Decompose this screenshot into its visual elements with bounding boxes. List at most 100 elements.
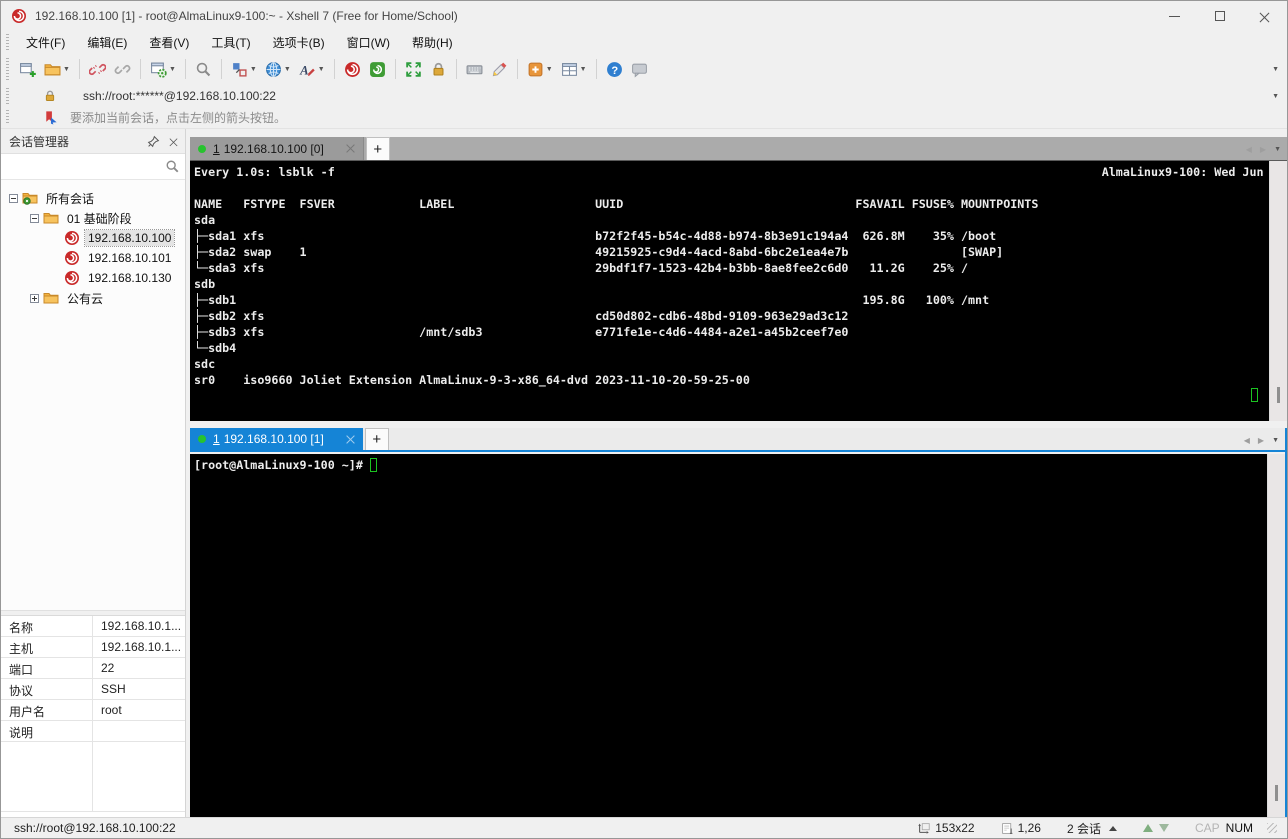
toolbar-overflow-icon[interactable]: ▼ [1272, 66, 1279, 73]
tree-item-label: 所有会话 [46, 191, 95, 206]
menu-item-3[interactable]: 工具(T) [200, 32, 261, 53]
scrollbar-top[interactable] [1269, 161, 1287, 421]
reconnect-button[interactable] [111, 58, 134, 81]
web-browser-button[interactable]: ▼ [262, 58, 294, 81]
tab-bar-bottom: 1 192.168.10.100 [1] + ◀ ▶ ▼ [190, 428, 1285, 452]
new-session-icon [19, 61, 36, 78]
menu-item-4[interactable]: 选项卡(B) [262, 32, 336, 53]
toolbar-grip[interactable] [6, 88, 9, 104]
address-url[interactable]: ssh://root:******@192.168.10.100:22 [83, 89, 276, 103]
scrollbar-thumb[interactable] [1275, 785, 1278, 801]
tab-scroll-right-icon[interactable]: ▶ [1258, 436, 1264, 445]
pin-icon [147, 135, 160, 148]
minimize-button[interactable] [1152, 1, 1197, 31]
disconnect-button[interactable] [86, 58, 109, 81]
collapse-icon[interactable] [9, 193, 18, 203]
toolbar-grip[interactable] [6, 57, 9, 81]
menu-item-0[interactable]: 文件(F) [15, 32, 76, 53]
xshell-button[interactable] [341, 58, 364, 81]
help-button[interactable] [603, 58, 626, 81]
ssl-lock-icon [43, 89, 57, 103]
fullscreen-button[interactable] [402, 58, 425, 81]
session-manager-title: 会话管理器 [9, 134, 70, 149]
xftp-icon [369, 61, 386, 78]
scrollbar-bottom[interactable] [1267, 454, 1285, 817]
find-button[interactable] [192, 58, 215, 81]
tab-label: 192.168.10.100 [1] [223, 432, 324, 446]
dropdown-caret-icon[interactable]: ▼ [284, 66, 291, 73]
property-label: 主机 [1, 637, 93, 657]
tree-item-所有会话[interactable]: 所有会话 [1, 188, 185, 208]
dropdown-caret-icon[interactable]: ▼ [318, 66, 325, 73]
search-icon[interactable] [165, 159, 180, 174]
tree-item-192.168.10.100[interactable]: 192.168.10.100 [1, 228, 185, 248]
scrollbar-thumb[interactable] [1277, 387, 1280, 403]
add-session-flag-icon[interactable] [43, 110, 58, 125]
tile-layout-button[interactable]: ▼ [558, 58, 590, 81]
address-dropdown-icon[interactable]: ▼ [1272, 93, 1279, 100]
address-bar: ssh://root:******@192.168.10.100:22 ▼ [1, 85, 1287, 107]
xftp-button[interactable] [366, 58, 389, 81]
maximize-button[interactable] [1197, 1, 1242, 31]
open-folder-button[interactable]: ▼ [41, 58, 73, 81]
property-row-2: 端口 22 [1, 658, 185, 679]
font-button[interactable]: ▼ [296, 58, 328, 81]
connected-dot-icon [198, 144, 206, 153]
tab-list-dropdown-icon[interactable]: ▼ [1272, 437, 1279, 444]
menu-item-2[interactable]: 查看(V) [138, 32, 200, 53]
tab-close-icon[interactable] [346, 435, 355, 444]
tab-bar-top: 1 192.168.10.100 [0] + ◀ ▶ ▼ [190, 137, 1287, 161]
terminal-screen-bottom[interactable]: [root@AlmaLinux9-100 ~]# [190, 454, 1267, 817]
tab-session-0[interactable]: 1 192.168.10.100 [0] [190, 137, 364, 160]
tree-item-192.168.10.130[interactable]: 192.168.10.130 [1, 268, 185, 288]
lock-screen-button[interactable] [427, 58, 450, 81]
info-bar: 要添加当前会话，点击左侧的箭头按钮。 [1, 107, 1287, 129]
highlight-pen-button[interactable] [488, 58, 511, 81]
toolbar-separator [455, 59, 457, 79]
terminal-screen-top[interactable]: Every 1.0s: lsblk -f AlmaLinux9-100: Wed… [190, 161, 1269, 421]
new-tab-button[interactable]: + [365, 137, 390, 160]
scroll-up-arrow-icon[interactable] [1142, 824, 1153, 832]
tab-scroll-right-icon[interactable]: ▶ [1260, 145, 1266, 154]
toolbar-grip[interactable] [6, 110, 9, 125]
scroll-down-arrow-icon[interactable] [1158, 824, 1169, 832]
tab-scroll-left-icon[interactable]: ◀ [1244, 436, 1250, 445]
tab-scroll-left-icon[interactable]: ◀ [1246, 145, 1252, 154]
terminal-pane-top: 1 192.168.10.100 [0] + ◀ ▶ ▼ Every 1.0s:… [190, 129, 1287, 421]
tree-item-192.168.10.101[interactable]: 192.168.10.101 [1, 248, 185, 268]
status-bar: ssh://root@192.168.10.100:22 153x22 1,26… [1, 817, 1287, 838]
close-button[interactable] [1242, 1, 1287, 31]
session-properties-button[interactable]: ▼ [147, 58, 179, 81]
new-tab-button[interactable]: + [364, 428, 389, 450]
collapse-icon[interactable] [30, 213, 39, 223]
dropdown-caret-icon[interactable]: ▼ [169, 66, 176, 73]
tab-close-icon[interactable] [346, 144, 355, 153]
tree-item-公有云[interactable]: 公有云 [1, 288, 185, 308]
folder-icon [43, 210, 59, 226]
toolbar-grip[interactable] [6, 34, 9, 50]
session-search-input[interactable] [5, 157, 163, 176]
pin-panel-button[interactable] [145, 133, 161, 149]
dropdown-caret-icon[interactable]: ▼ [580, 66, 587, 73]
status-connection-url: ssh://root@192.168.10.100:22 [14, 821, 176, 835]
tree-item-01 基础阶段[interactable]: 01 基础阶段 [1, 208, 185, 228]
resize-grip[interactable] [1267, 823, 1277, 833]
new-file-button[interactable]: ▼ [524, 58, 556, 81]
dropdown-caret-icon[interactable]: ▼ [250, 66, 257, 73]
tab-session-1[interactable]: 1 192.168.10.100 [1] [190, 428, 363, 450]
virtual-keyboard-button[interactable] [463, 58, 486, 81]
menu-item-5[interactable]: 窗口(W) [336, 32, 401, 53]
session-count[interactable]: 2 会话 [1067, 820, 1117, 837]
tab-list-dropdown-icon[interactable]: ▼ [1274, 146, 1281, 153]
menu-item-1[interactable]: 编辑(E) [76, 32, 138, 53]
dropdown-caret-icon[interactable]: ▼ [63, 66, 70, 73]
num-lock-indicator: NUM [1225, 821, 1253, 835]
feedback-button[interactable] [628, 58, 651, 81]
expand-icon[interactable] [30, 293, 39, 303]
compose-mode-button[interactable]: ▼ [228, 58, 260, 81]
property-row-1: 主机 192.168.10.1... [1, 637, 185, 658]
close-panel-button[interactable] [165, 133, 181, 149]
new-session-button[interactable] [16, 58, 39, 81]
dropdown-caret-icon[interactable]: ▼ [546, 66, 553, 73]
menu-item-6[interactable]: 帮助(H) [401, 32, 464, 53]
